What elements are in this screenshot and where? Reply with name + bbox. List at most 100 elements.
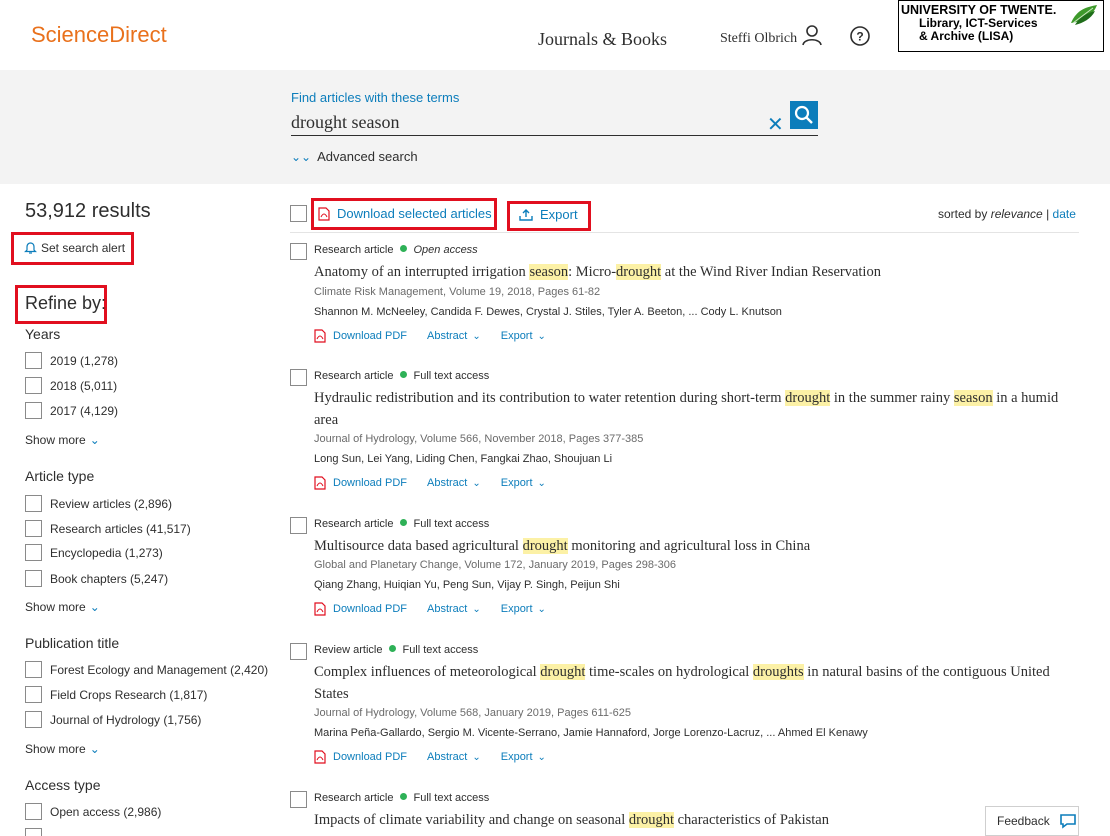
pdf-icon [314, 602, 326, 616]
facet-option[interactable]: Field Crops Research (1,817) [25, 686, 207, 703]
facet-option[interactable]: Forest Ecology and Management (2,420) [25, 661, 268, 678]
facet-option-label: Forest Ecology and Management (2,420) [50, 662, 269, 677]
abstract-toggle[interactable]: Abstract ⌄ [427, 751, 481, 763]
access-label: Full text access [413, 370, 490, 382]
show-more-years[interactable]: Show more ⌄ [25, 433, 100, 447]
pdf-icon [314, 750, 326, 764]
user-name-link[interactable]: Steffi Olbrich [720, 31, 797, 47]
result-source[interactable]: Global and Planetary Change, Volume 172,… [314, 559, 676, 571]
access-label: Full text access [413, 792, 490, 804]
facet-option[interactable]: 2017 (4,129) [25, 402, 118, 419]
title-text: characteristics of Pakistan [673, 812, 829, 828]
facet-option[interactable]: 2018 (5,011) [25, 377, 117, 394]
result-title-link[interactable]: Impacts of climate variability and chang… [314, 809, 1080, 831]
facet-option-partial[interactable] [25, 828, 50, 836]
feedback-button[interactable]: Feedback [985, 806, 1079, 836]
title-text: Multisource data based agricultural [314, 538, 523, 554]
export-dropdown[interactable]: Export ⌄ [501, 751, 546, 763]
result-source[interactable]: Journal of Hydrology, Volume 566, Novemb… [314, 433, 643, 445]
result-actions: Download PDF Abstract ⌄ Export ⌄ [314, 329, 566, 343]
facet-option[interactable]: 2019 (1,278) [25, 352, 118, 369]
facet-option[interactable]: Open access (2,986) [25, 803, 161, 820]
download-pdf-label: Download PDF [333, 603, 407, 615]
result-source[interactable]: Journal of Hydrology, Volume 568, Januar… [314, 707, 631, 719]
checkbox[interactable] [25, 803, 42, 820]
checkbox[interactable] [25, 570, 42, 587]
sciencedirect-logo[interactable]: ScienceDirect [31, 22, 167, 48]
result-title-link[interactable]: Anatomy of an interrupted irrigation sea… [314, 261, 1080, 283]
result-checkbox[interactable] [290, 791, 307, 808]
result-checkbox[interactable] [290, 643, 307, 660]
access-dot-icon [400, 245, 408, 252]
title-text: Hydraulic redistribution and its contrib… [314, 390, 786, 406]
search-button[interactable] [790, 101, 818, 129]
export-dropdown[interactable]: Export ⌄ [501, 477, 546, 489]
sort-relevance[interactable]: relevance [991, 207, 1043, 221]
checkbox[interactable] [25, 828, 42, 836]
chevron-down-icon: ⌄ [472, 603, 481, 615]
advanced-search-label: Advanced search [317, 149, 418, 164]
result-checkbox[interactable] [290, 243, 307, 260]
title-text: at the Wind River Indian Reservation [661, 264, 881, 280]
facet-option[interactable]: Research articles (41,517) [25, 520, 191, 537]
checkbox[interactable] [25, 520, 42, 537]
user-icon[interactable] [801, 24, 823, 46]
checkbox[interactable] [25, 544, 42, 561]
select-all-checkbox[interactable] [290, 205, 307, 222]
search-icon [794, 105, 813, 124]
abstract-toggle[interactable]: Abstract ⌄ [427, 477, 481, 489]
checkbox[interactable] [25, 352, 42, 369]
result-checkbox[interactable] [290, 369, 307, 386]
access-dot-icon [400, 793, 408, 800]
upload-icon [519, 209, 533, 221]
export-dropdown[interactable]: Export ⌄ [501, 603, 546, 615]
download-pdf-link[interactable]: Download PDF [314, 602, 407, 616]
result-type-row: Research article Open access [314, 244, 478, 256]
download-pdf-link[interactable]: Download PDF [314, 750, 407, 764]
show-more-publication[interactable]: Show more ⌄ [25, 742, 100, 756]
help-icon[interactable]: ? [849, 25, 871, 47]
pdf-icon [314, 476, 326, 490]
checkbox[interactable] [25, 495, 42, 512]
export-label: Export [500, 751, 533, 763]
result-checkbox[interactable] [290, 517, 307, 534]
result-title-link[interactable]: Multisource data based agricultural drou… [314, 535, 1080, 557]
facet-option-label: Book chapters (5,247) [50, 571, 169, 586]
bell-icon [24, 242, 37, 254]
abstract-toggle[interactable]: Abstract ⌄ [427, 603, 481, 615]
export-dropdown[interactable]: Export ⌄ [501, 330, 546, 342]
checkbox[interactable] [25, 377, 42, 394]
show-more-article-type[interactable]: Show more ⌄ [25, 600, 100, 614]
clear-search-icon[interactable]: ✕ [767, 112, 784, 137]
search-input[interactable] [291, 110, 818, 136]
result-item: Research article Full text access Multiso… [290, 517, 1080, 627]
result-source[interactable]: Climate Risk Management, Volume 19, 2018… [314, 286, 600, 298]
pdf-icon [314, 329, 326, 343]
download-pdf-link[interactable]: Download PDF [314, 476, 407, 490]
result-title-link[interactable]: Hydraulic redistribution and its contrib… [314, 387, 1080, 431]
download-pdf-link[interactable]: Download PDF [314, 329, 407, 343]
export-button[interactable]: Export [519, 207, 578, 222]
result-title-link[interactable]: Complex influences of meteorological dro… [314, 661, 1080, 705]
chevron-down-icon: ⌄ [89, 433, 100, 447]
journals-books-link[interactable]: Journals & Books [538, 29, 667, 50]
result-actions: Download PDF Abstract ⌄ Export ⌄ [314, 750, 566, 764]
checkbox[interactable] [25, 711, 42, 728]
sort-date-link[interactable]: date [1053, 207, 1076, 221]
set-search-alert-link[interactable]: Set search alert [24, 241, 125, 255]
advanced-search-toggle[interactable]: ⌄⌄ Advanced search [291, 149, 418, 164]
checkbox[interactable] [25, 686, 42, 703]
facet-option[interactable]: Book chapters (5,247) [25, 570, 168, 587]
facet-option-label: 2018 (5,011) [50, 378, 118, 393]
checkbox[interactable] [25, 402, 42, 419]
access-dot-icon [400, 519, 408, 526]
result-actions: Download PDF Abstract ⌄ Export ⌄ [314, 476, 566, 490]
top-header: ScienceDirect Journals & Books Steffi Ol… [0, 0, 1110, 70]
abstract-toggle[interactable]: Abstract ⌄ [427, 330, 481, 342]
chevron-down-icon: ⌄ [537, 603, 546, 615]
download-selected-articles-button[interactable]: Download selected articles [318, 206, 492, 221]
checkbox[interactable] [25, 661, 42, 678]
facet-option[interactable]: Review articles (2,896) [25, 495, 172, 512]
facet-option[interactable]: Journal of Hydrology (1,756) [25, 711, 201, 728]
facet-option[interactable]: Encyclopedia (1,273) [25, 544, 163, 561]
